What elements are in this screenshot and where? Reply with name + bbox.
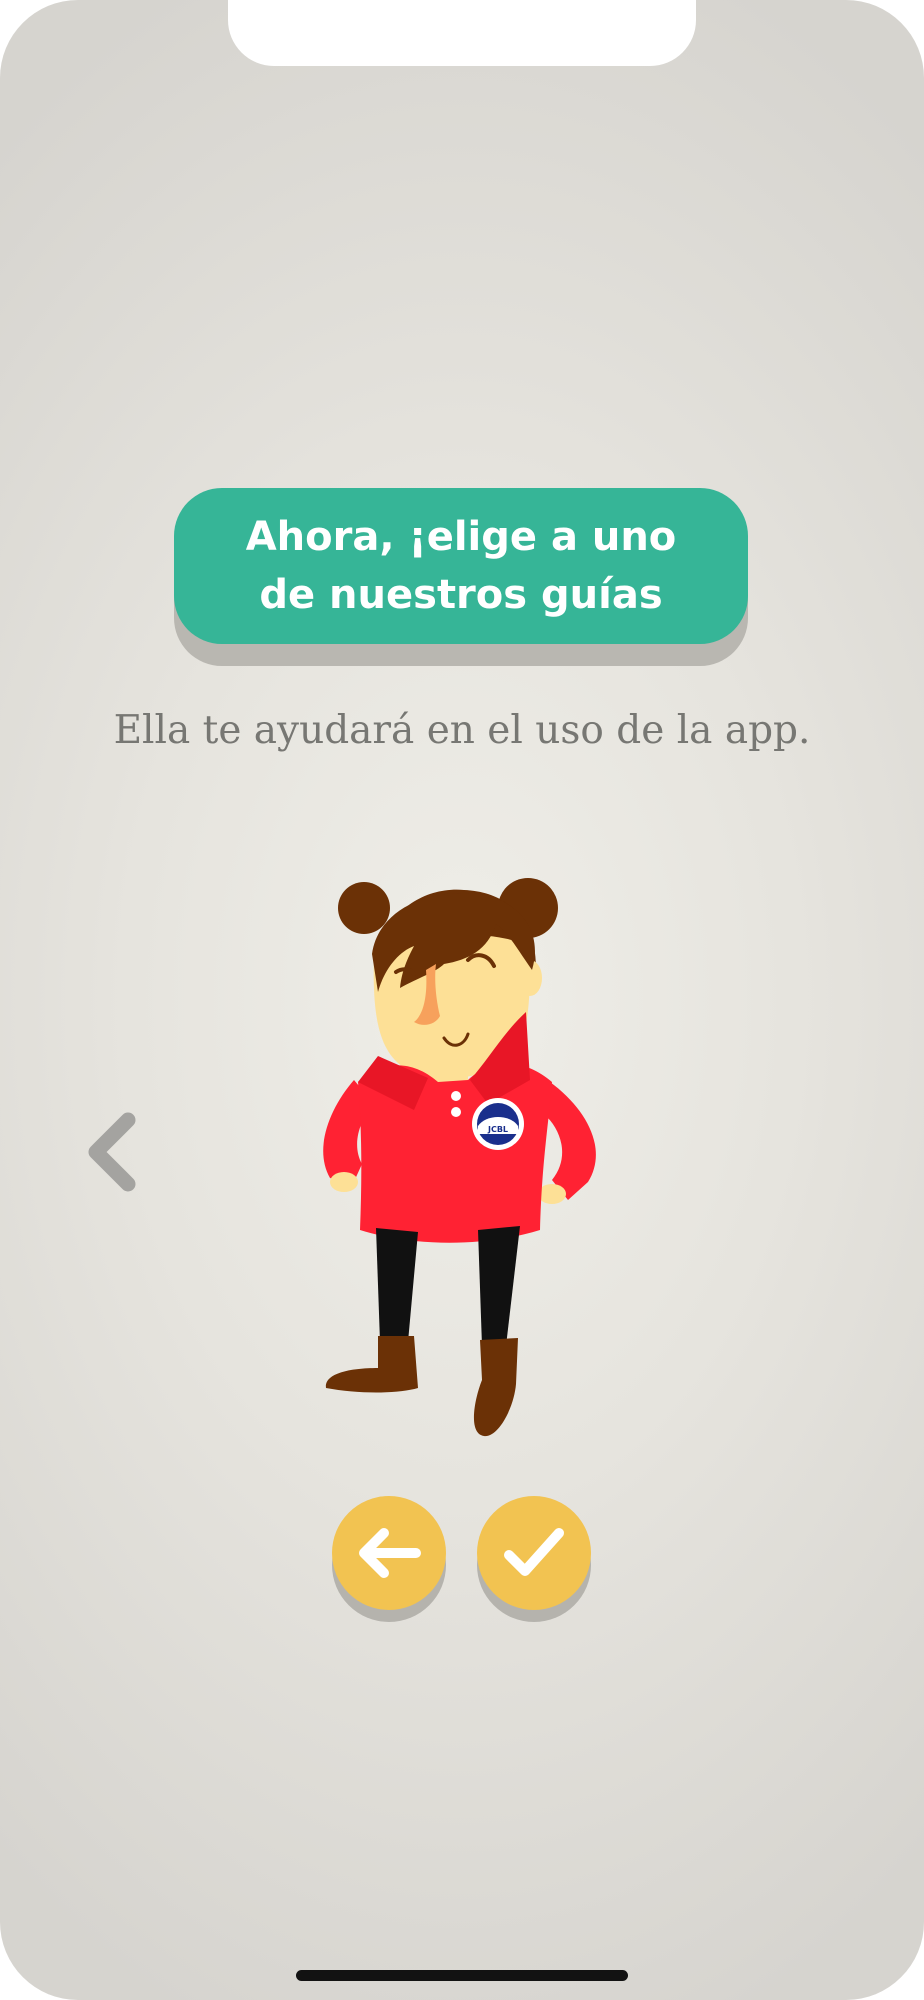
confirm-button[interactable] bbox=[477, 1496, 591, 1624]
guide-character: JCBL bbox=[318, 860, 608, 1440]
confirm-button-face[interactable] bbox=[477, 1496, 591, 1610]
back-button[interactable] bbox=[332, 1496, 446, 1624]
checkmark-icon bbox=[504, 1528, 564, 1576]
badge-label: JCBL bbox=[487, 1125, 508, 1134]
page-title: Ahora, ¡elige a uno de nuestros guías bbox=[245, 514, 677, 618]
arrow-left-icon bbox=[359, 1528, 421, 1578]
home-indicator[interactable] bbox=[296, 1970, 628, 1981]
back-button-face[interactable] bbox=[332, 1496, 446, 1610]
logo-badge: JCBL bbox=[472, 1098, 524, 1150]
previous-guide-button[interactable] bbox=[84, 1112, 140, 1192]
device-notch bbox=[228, 0, 696, 66]
title-banner-pill: Ahora, ¡elige a uno de nuestros guías bbox=[174, 488, 748, 644]
chevron-left-icon bbox=[88, 1112, 136, 1192]
hair-bun-left bbox=[338, 882, 390, 934]
onboarding-screen: Ahora, ¡elige a uno de nuestros guías El… bbox=[0, 0, 924, 2000]
page-subtitle: Ella te ayudará en el uso de la app. bbox=[113, 708, 811, 753]
title-banner: Ahora, ¡elige a uno de nuestros guías bbox=[174, 488, 748, 666]
